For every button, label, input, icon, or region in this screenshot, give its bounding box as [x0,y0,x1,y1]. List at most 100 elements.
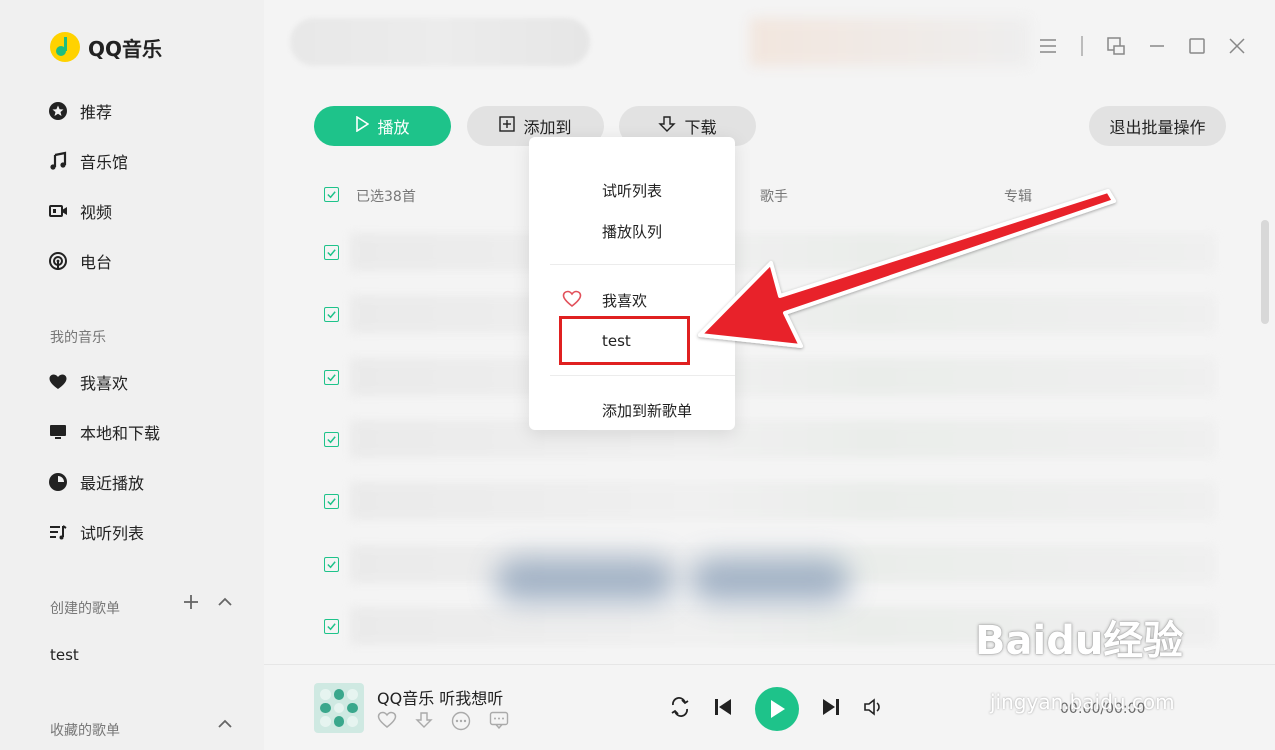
sidebar-playlist-test[interactable]: test [50,646,79,664]
star-circle-icon [48,101,68,121]
sidebar-item-label: 视频 [80,203,113,222]
sidebar: QQ音乐 推荐 音乐馆 视频 电台 我的音乐 我喜欢 本地和下载 最近播放 试听… [0,0,264,750]
check-icon [327,498,336,506]
sidebar-item-recent[interactable]: 最近播放 [48,468,144,496]
heart-icon [48,372,68,392]
created-playlists-title: 创建的歌单 [50,601,120,617]
repeat-icon[interactable] [669,697,691,721]
maximize-icon[interactable] [1189,38,1205,58]
check-icon [327,249,336,257]
scrollbar-thumb[interactable] [1261,220,1269,324]
created-playlists-controls [182,592,234,616]
my-music-section-title: 我的音乐 [50,330,106,346]
row-checkbox[interactable] [324,557,339,572]
album-cover[interactable] [314,683,364,733]
check-icon [327,623,336,631]
play-all-label: 播放 [377,118,410,137]
sidebar-item-music-hall[interactable]: 音乐馆 [48,147,128,175]
table-row[interactable] [350,295,1216,333]
search-bar-blurred[interactable] [290,18,590,66]
collected-playlists-controls [216,714,234,738]
monitor-icon [48,422,68,442]
exit-batch-mode-button[interactable]: 退出批量操作 [1089,106,1226,146]
blurred-content [690,558,850,602]
sidebar-item-label: 最近播放 [80,474,145,493]
volume-icon[interactable] [863,697,885,721]
radio-icon [48,251,68,271]
sidebar-item-video[interactable]: 视频 [48,197,112,225]
minimize-icon[interactable] [1149,38,1165,58]
selected-count: 已选38首 [356,189,416,205]
select-all-checkbox[interactable] [324,187,339,202]
menu-divider [550,264,735,265]
play-all-button[interactable]: 播放 [314,106,451,146]
table-row[interactable] [350,420,1216,458]
sidebar-item-trial-list[interactable]: 试听列表 [48,518,144,546]
menu-icon[interactable] [1039,38,1057,58]
app-logo[interactable]: QQ音乐 [50,32,162,62]
sidebar-item-label: 电台 [80,253,113,272]
menu-item-favorites[interactable]: 我喜欢 [602,290,647,311]
baidu-watermark: Baidu经验 [975,618,1184,664]
download-icon [658,115,677,137]
clock-icon [48,472,68,492]
collected-playlists-title: 收藏的歌单 [50,723,120,739]
sidebar-item-radio[interactable]: 电台 [48,247,112,275]
more-icon[interactable] [451,711,471,735]
column-header-singer: 歌手 [760,189,788,205]
sidebar-item-label: 本地和下载 [80,424,161,443]
row-checkbox[interactable] [324,307,339,322]
blurred-content [495,558,675,602]
heart-outline-icon [562,290,582,312]
now-playing-title: QQ音乐 听我想听 [377,689,504,708]
row-checkbox[interactable] [324,245,339,260]
close-icon[interactable] [1229,38,1245,58]
table-row[interactable] [350,482,1216,520]
annotation-highlight-box [559,316,690,365]
menu-item-trial-list[interactable]: 试听列表 [602,180,662,201]
check-icon [327,561,336,569]
app-name: QQ音乐 [88,36,163,61]
playlist-icon [48,522,68,542]
collapse-chevron-up-icon[interactable] [216,592,234,616]
check-icon [327,374,336,382]
next-icon[interactable] [821,697,841,721]
previous-icon[interactable] [713,697,733,721]
window-controls [1039,36,1245,60]
sidebar-item-label: 试听列表 [80,524,145,543]
mini-mode-icon[interactable] [1107,37,1125,59]
add-playlist-icon[interactable] [182,592,200,616]
play-button[interactable] [755,687,799,731]
download-label: 下载 [684,118,717,137]
check-icon [327,436,336,444]
row-checkbox[interactable] [324,619,339,634]
like-icon[interactable] [377,711,397,735]
menu-item-play-queue[interactable]: 播放队列 [602,221,662,242]
check-icon [327,191,336,199]
sidebar-item-local-downloads[interactable]: 本地和下载 [48,418,160,446]
track-actions [377,711,509,735]
sidebar-item-label: 音乐馆 [80,153,129,172]
row-checkbox[interactable] [324,432,339,447]
user-area-blurred [750,18,1030,66]
column-header-album: 专辑 [1004,189,1032,205]
table-row[interactable] [350,358,1216,396]
comment-icon[interactable] [489,711,509,735]
sidebar-item-favorites[interactable]: 我喜欢 [48,368,128,396]
menu-divider [550,375,735,376]
play-icon [771,700,785,718]
exit-batch-label: 退出批量操作 [1109,118,1206,137]
sidebar-item-label: 推荐 [80,103,113,122]
download-icon[interactable] [415,711,433,735]
collapse-chevron-up-icon[interactable] [216,714,234,738]
row-checkbox[interactable] [324,370,339,385]
qq-music-logo-icon [50,32,80,62]
add-to-dropdown-menu: 试听列表 播放队列 我喜欢 test 添加到新歌单 [529,137,735,430]
play-outline-icon [355,115,370,136]
playback-controls [669,687,885,731]
menu-item-new-playlist[interactable]: 添加到新歌单 [602,400,692,421]
table-row[interactable] [350,233,1216,271]
row-checkbox[interactable] [324,494,339,509]
sidebar-item-recommend[interactable]: 推荐 [48,97,112,125]
divider [1081,36,1083,60]
